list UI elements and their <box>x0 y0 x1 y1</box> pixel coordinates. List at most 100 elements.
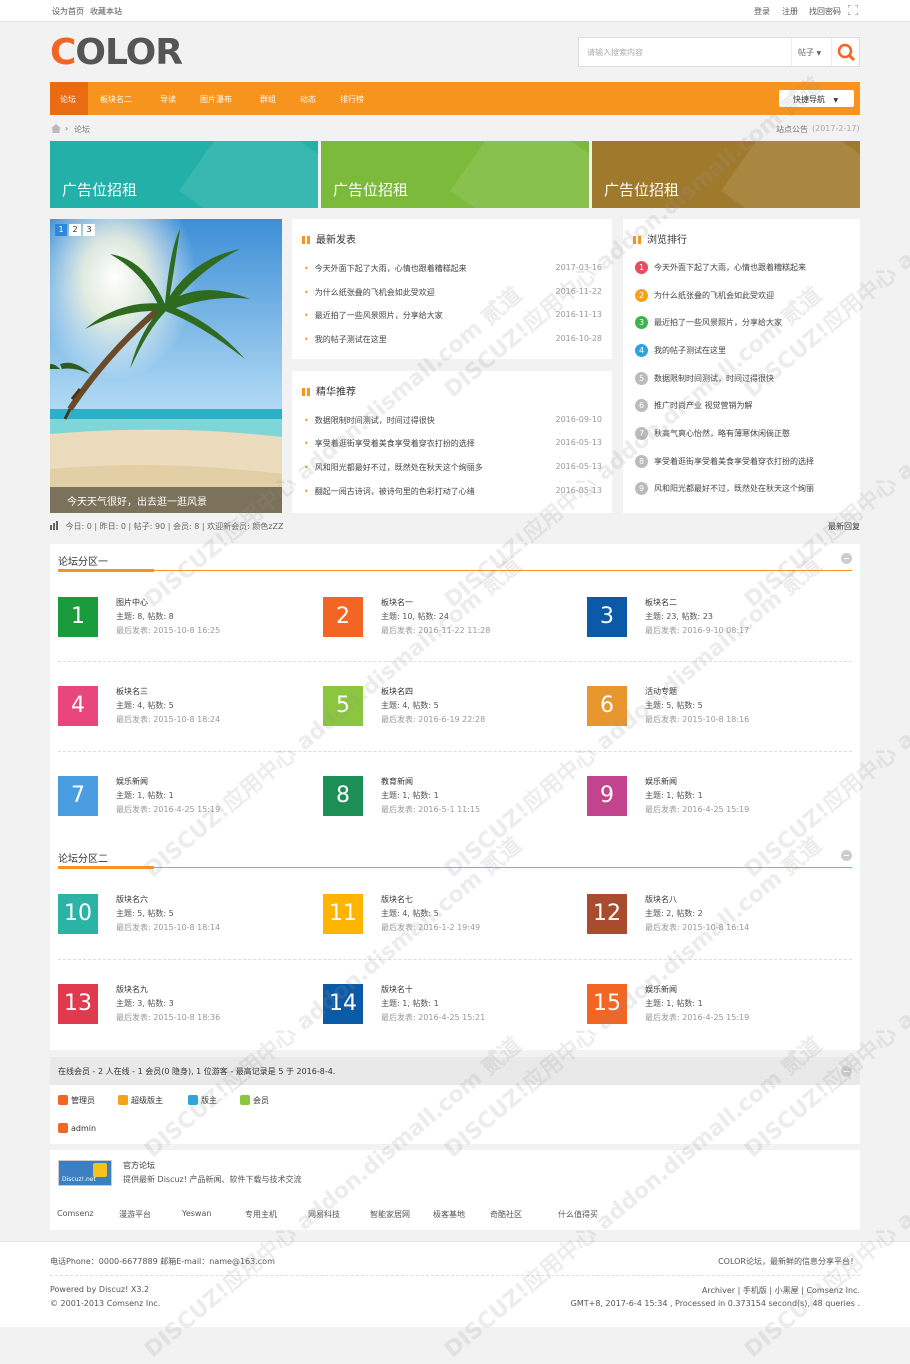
ad-banner-2[interactable]: 广告位招租 <box>321 141 589 208</box>
friend-link[interactable]: 奇酷社区 <box>490 1209 522 1220</box>
forum-number-tile[interactable]: 1 <box>58 597 98 637</box>
register-link[interactable]: 注册 <box>782 6 798 17</box>
forum-last-post[interactable]: 最后发表: 2016-4-25 15:19 <box>645 1012 749 1023</box>
notice-label[interactable]: 站点公告 <box>776 124 808 135</box>
nav-item-ranking[interactable]: 排行榜 <box>340 94 364 105</box>
forum-number-tile[interactable]: 4 <box>58 686 98 726</box>
forum-number-tile[interactable]: 11 <box>323 894 363 934</box>
friend-link[interactable]: 漫游平台 <box>119 1209 151 1220</box>
forum-name[interactable]: 版块名六 <box>116 894 148 905</box>
rank-item[interactable]: 3 最近拍了一些风景照片，分享给大家 <box>635 316 782 329</box>
forum-item[interactable]: 7 娱乐新闻 主题: 1, 帖数: 1 最后发表: 2016-4-25 15:19 <box>58 776 318 836</box>
nav-item-feed[interactable]: 动态 <box>300 94 316 105</box>
rank-item[interactable]: 9 风和阳光都最好不过，既然处在秋天这个绚丽 <box>635 482 814 495</box>
rank-item[interactable]: 4 我的帖子测试在这里 <box>635 344 726 357</box>
list-item[interactable]: 翻起一阅古诗词，被诗句里的色彩打动了心绪 <box>304 486 475 497</box>
forum-item[interactable]: 8 教育新闻 主题: 1, 帖数: 1 最后发表: 2016-5-1 11:15 <box>323 776 583 836</box>
bookmark-link[interactable]: 收藏本站 <box>90 6 122 17</box>
rank-item[interactable]: 6 推广时尚产业 视觉营销为解 <box>635 399 753 412</box>
friend-link[interactable]: 网易科技 <box>308 1209 340 1220</box>
home-icon[interactable] <box>51 124 61 135</box>
ad-banner-3[interactable]: 广告位招租 <box>592 141 860 208</box>
nav-item-groups[interactable]: 群组 <box>260 94 276 105</box>
forum-last-post[interactable]: 最后发表: 2015-10-8 18:16 <box>645 714 749 725</box>
list-item[interactable]: 风和阳光都最好不过，既然处在秋天这个绚丽多 <box>304 462 483 473</box>
discuz-logo[interactable]: Discuz!.net <box>58 1160 112 1186</box>
search-button[interactable] <box>831 38 859 66</box>
forum-last-post[interactable]: 最后发表: 2016-4-25 15:21 <box>381 1012 485 1023</box>
slider-page-3[interactable]: 3 <box>83 224 95 236</box>
list-item[interactable]: 享受着逛街享受着美食享受着穿衣打扮的选择 <box>304 438 475 449</box>
collapse-icon[interactable] <box>841 850 852 861</box>
forum-number-tile[interactable]: 14 <box>323 984 363 1024</box>
rank-item[interactable]: 7 秋高气爽心怡然，略有薄寒休闲倘正憨 <box>635 427 790 440</box>
forum-number-tile[interactable]: 8 <box>323 776 363 816</box>
forum-name[interactable]: 娱乐新闻 <box>645 776 677 787</box>
forum-last-post[interactable]: 最后发表: 2015-10-8 18:14 <box>116 922 220 933</box>
forum-last-post[interactable]: 最后发表: 2015-10-8 18:36 <box>116 1012 220 1023</box>
slider-caption[interactable]: 今天天气很好，出去逛一逛风景 <box>50 487 282 513</box>
rank-item[interactable]: 2 为什么纸张叠的飞机会如此受欢迎 <box>635 289 774 302</box>
forum-number-tile[interactable]: 2 <box>323 597 363 637</box>
friend-link[interactable]: 极客基地 <box>433 1209 465 1220</box>
fullscreen-icon[interactable] <box>847 4 859 17</box>
forum-last-post[interactable]: 最后发表: 2015-10-8 16:25 <box>116 625 220 636</box>
forum-last-post[interactable]: 最后发表: 2016-4-25 15:19 <box>645 804 749 815</box>
forum-last-post[interactable]: 最后发表: 2016-1-2 19:49 <box>381 922 480 933</box>
list-item[interactable]: 最近拍了一些风景照片，分享给大家 <box>304 310 443 321</box>
forum-item[interactable]: 10 版块名六 主题: 5, 帖数: 5 最后发表: 2015-10-8 18:14 <box>58 894 318 954</box>
rank-item[interactable]: 1 今天外面下起了大雨，心情也跟着糟糕起来 <box>635 261 806 274</box>
slider-page-1[interactable]: 1 <box>55 224 67 236</box>
forum-name[interactable]: 板块名四 <box>381 686 413 697</box>
forum-number-tile[interactable]: 9 <box>587 776 627 816</box>
friend-link[interactable]: 智能家居网 <box>370 1209 410 1220</box>
set-home-link[interactable]: 设为首页 <box>52 6 84 17</box>
forum-name[interactable]: 娱乐新闻 <box>116 776 148 787</box>
forum-item[interactable]: 2 板块名一 主题: 10, 帖数: 24 最后发表: 2016-11-22 11:2… <box>323 597 583 657</box>
login-link[interactable]: 登录 <box>754 6 770 17</box>
collapse-icon[interactable] <box>841 553 852 564</box>
list-item[interactable]: 今天外面下起了大雨，心情也跟着糟糕起来 <box>304 263 467 274</box>
friend-link[interactable]: 什么值得买 <box>558 1209 598 1220</box>
forum-number-tile[interactable]: 7 <box>58 776 98 816</box>
site-logo[interactable]: COLOR <box>50 35 185 71</box>
forum-name[interactable]: 版块名七 <box>381 894 413 905</box>
forum-last-post[interactable]: 最后发表: 2016-6-19 22:28 <box>381 714 485 725</box>
search-input[interactable]: 请输入搜索内容 <box>587 47 643 58</box>
forum-number-tile[interactable]: 5 <box>323 686 363 726</box>
forum-item[interactable]: 15 娱乐新闻 主题: 1, 帖数: 1 最后发表: 2016-4-25 15:19 <box>587 984 847 1044</box>
forum-number-tile[interactable]: 3 <box>587 597 627 637</box>
official-forum-title[interactable]: 官方论坛 <box>123 1160 155 1171</box>
list-item[interactable]: 数据限制时间测试，时间过得很快 <box>304 415 435 426</box>
forum-last-post[interactable]: 最后发表: 2016-11-22 11:28 <box>381 625 490 636</box>
forum-number-tile[interactable]: 15 <box>587 984 627 1024</box>
friend-link[interactable]: 专用主机 <box>245 1209 277 1220</box>
nav-item-board2[interactable]: 板块名二 <box>100 94 132 105</box>
forum-item[interactable]: 9 娱乐新闻 主题: 1, 帖数: 1 最后发表: 2016-4-25 15:19 <box>587 776 847 836</box>
forum-item[interactable]: 11 版块名七 主题: 4, 帖数: 5 最后发表: 2016-1-2 19:49 <box>323 894 583 954</box>
rank-item[interactable]: 8 享受着逛街享受着美食享受着穿衣打扮的选择 <box>635 455 814 468</box>
list-item[interactable]: 我的帖子测试在这里 <box>304 334 387 345</box>
footer-links[interactable]: Archiver | 手机版 | 小黑屋 | Comsenz Inc. <box>702 1285 860 1296</box>
ad-banner-1[interactable]: 广告位招租 <box>50 141 318 208</box>
forum-item[interactable]: 4 板块名三 主题: 4, 帖数: 5 最后发表: 2015-10-8 18:24 <box>58 686 318 746</box>
nav-item-waterfall[interactable]: 图片瀑布 <box>200 94 232 105</box>
forum-number-tile[interactable]: 13 <box>58 984 98 1024</box>
forum-last-post[interactable]: 最后发表: 2016-4-25 15:19 <box>116 804 220 815</box>
forum-item[interactable]: 3 板块名二 主题: 23, 帖数: 23 最后发表: 2016-9-10 08:17 <box>587 597 847 657</box>
forum-name[interactable]: 板块名二 <box>645 597 677 608</box>
forum-item[interactable]: 1 图片中心 主题: 8, 帖数: 8 最后发表: 2015-10-8 16:25 <box>58 597 318 657</box>
friend-link[interactable]: Yeswan <box>182 1209 211 1218</box>
collapse-icon[interactable] <box>841 1066 852 1077</box>
forum-name[interactable]: 版块名八 <box>645 894 677 905</box>
forum-name[interactable]: 活动专题 <box>645 686 677 697</box>
forum-last-post[interactable]: 最后发表: 2015-10-8 16:14 <box>645 922 749 933</box>
online-user[interactable]: admin <box>58 1123 96 1133</box>
friend-link[interactable]: Comsenz <box>57 1209 94 1218</box>
footer-powered[interactable]: Powered by Discuz! X3.2 <box>50 1285 149 1294</box>
forum-item[interactable]: 14 版块名十 主题: 1, 帖数: 1 最后发表: 2016-4-25 15:21 <box>323 984 583 1044</box>
forum-number-tile[interactable]: 12 <box>587 894 627 934</box>
forum-number-tile[interactable]: 10 <box>58 894 98 934</box>
forum-name[interactable]: 版块名九 <box>116 984 148 995</box>
forum-name[interactable]: 娱乐新闻 <box>645 984 677 995</box>
